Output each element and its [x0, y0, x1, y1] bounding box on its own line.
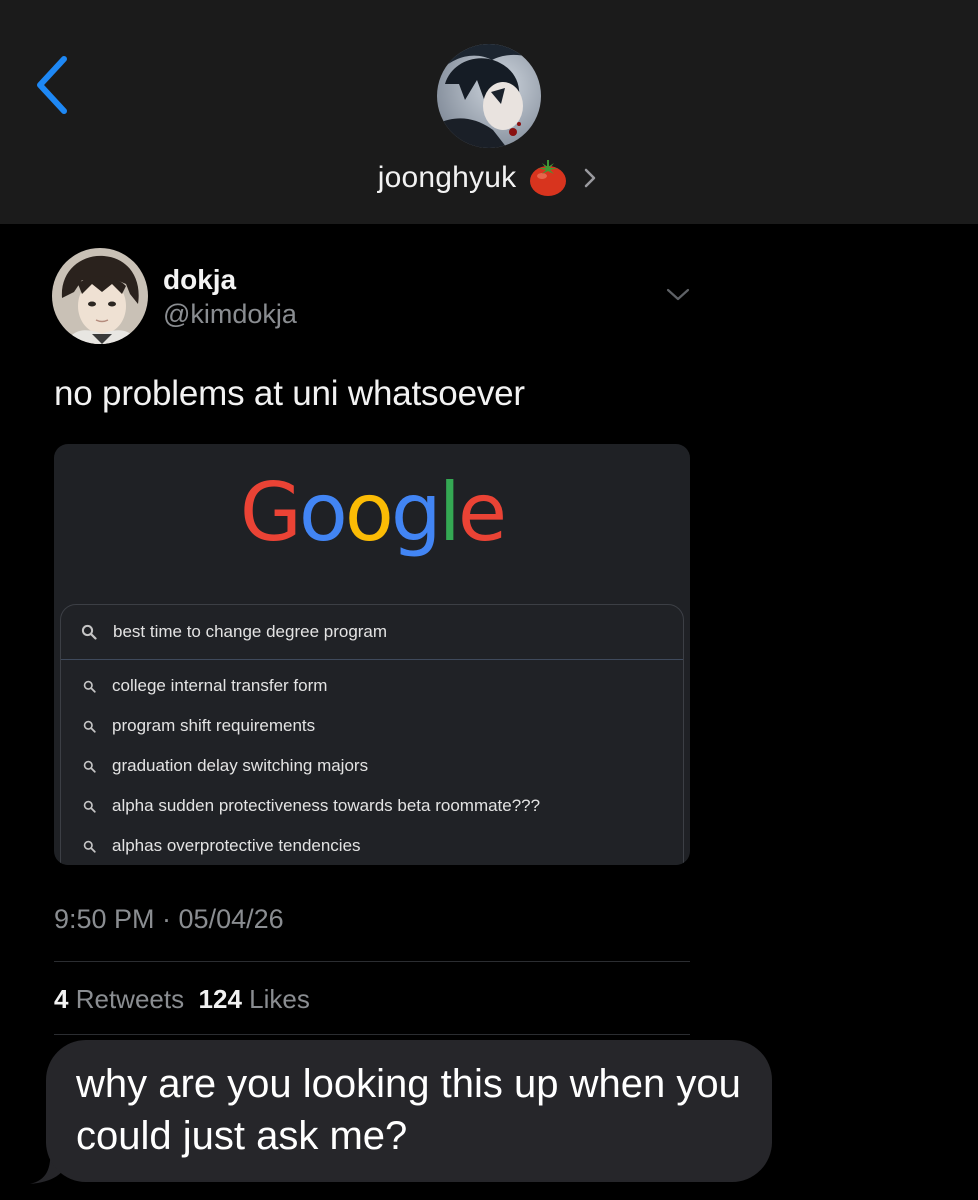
logo-letter: g [390, 466, 442, 559]
handle[interactable]: @kimdokja [163, 299, 297, 330]
tweet-stats: 4 Retweets 124 Likes [54, 984, 310, 1015]
suggestion-text: college internal transfer form [112, 676, 328, 695]
search-icon [83, 720, 96, 733]
chevron-left-icon [37, 56, 67, 114]
search-icon [83, 760, 96, 773]
search-suggestion[interactable]: college internal transfer form [61, 667, 683, 705]
message-text: why are you looking this up when you cou… [76, 1062, 741, 1158]
search-box[interactable]: best time to change degree program colle… [60, 604, 684, 865]
suggestion-text: alpha sudden protectiveness towards beta… [112, 796, 541, 815]
likes-count: 124 [198, 984, 242, 1014]
search-query: best time to change degree program [113, 622, 388, 641]
search-suggestion[interactable]: alphas overprotective tendencies [61, 827, 683, 865]
suggestion-text: graduation delay switching majors [112, 756, 369, 775]
suggestion-text: program shift requirements [112, 716, 316, 735]
tomato-icon [530, 160, 567, 196]
logo-letter: l [438, 466, 461, 559]
tweet-timestamp: 9:50 PM · 05/04/26 [54, 904, 284, 934]
likes-label: Likes [249, 984, 310, 1014]
retweets-stat[interactable]: 4 Retweets [54, 984, 184, 1014]
back-button[interactable] [26, 52, 76, 118]
logo-letter: e [457, 466, 507, 559]
chat-header: joonghyuk [0, 0, 978, 224]
chevron-down-icon[interactable] [664, 286, 692, 304]
search-icon [83, 800, 96, 813]
logo-letter: o [298, 466, 348, 559]
logo-letter: G [239, 466, 302, 559]
suggestion-text: alphas overprotective tendencies [112, 836, 361, 855]
search-suggestion[interactable]: program shift requirements [61, 707, 683, 745]
search-suggestion[interactable]: graduation delay switching majors [61, 747, 683, 785]
search-icon [83, 840, 96, 853]
retweets-count: 4 [54, 984, 69, 1014]
search-icon [83, 680, 96, 693]
avatar-image [437, 44, 541, 148]
screen: joonghyuk dokja @kimdokja no problems at… [0, 0, 978, 1200]
google-logo: Google [54, 466, 690, 559]
retweets-label: Retweets [75, 984, 185, 1014]
contact-name-row[interactable]: joonghyuk [0, 155, 978, 201]
tweet-media[interactable]: Google best time to change degree progra… [54, 444, 690, 865]
search-suggestion[interactable]: alpha sudden protectiveness towards beta… [61, 787, 683, 825]
author-avatar[interactable] [52, 248, 148, 344]
divider [54, 1034, 690, 1035]
contact-name: joonghyuk [377, 161, 517, 194]
message-bubble[interactable]: why are you looking this up when you cou… [46, 1040, 772, 1182]
chevron-right-icon [585, 168, 596, 188]
likes-stat[interactable]: 124 Likes [199, 984, 310, 1014]
display-name[interactable]: dokja [163, 264, 236, 296]
contact-avatar[interactable] [437, 44, 541, 148]
search-input[interactable]: best time to change degree program [61, 605, 683, 660]
search-icon [81, 624, 97, 640]
divider [54, 961, 690, 962]
tweet-text: no problems at uni whatsoever [54, 374, 525, 413]
logo-letter: o [344, 466, 394, 559]
avatar-image [52, 248, 148, 344]
